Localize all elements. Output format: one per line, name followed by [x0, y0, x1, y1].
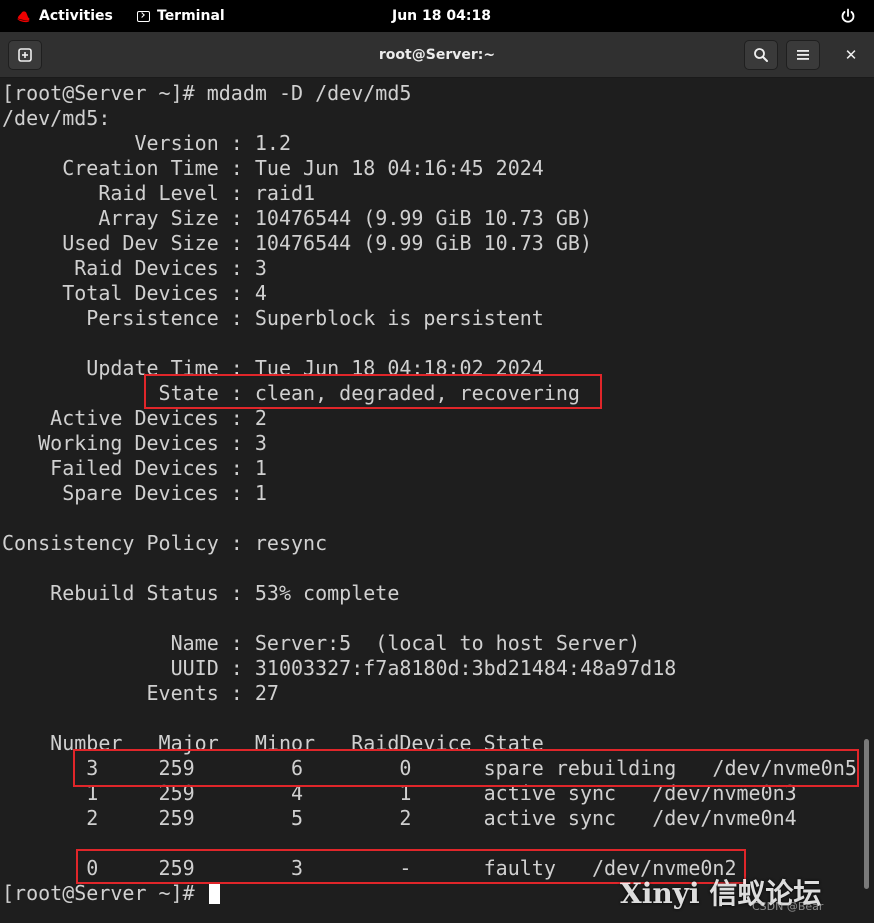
activities-button[interactable]: Activities — [16, 0, 113, 32]
app-menu-terminal[interactable]: Terminal — [137, 0, 225, 32]
window-title: root@Server:~ — [378, 47, 496, 63]
terminal-line: Used Dev Size : 10476544 (9.99 GiB 10.73… — [2, 231, 593, 255]
activities-label: Activities — [39, 8, 113, 24]
window-headerbar: root@Server:~ ✕ — [0, 32, 874, 78]
terminal-line: Creation Time : Tue Jun 18 04:16:45 2024 — [2, 156, 544, 180]
clock-label: Jun 18 04:18 — [392, 8, 491, 24]
terminal-line: Consistency Policy : resync — [2, 531, 328, 555]
terminal-line: Rebuild Status : 53% complete — [2, 581, 400, 605]
terminal-line: Total Devices : 4 — [2, 281, 267, 305]
new-tab-icon — [18, 48, 32, 62]
terminal-line: /dev/md5: — [2, 106, 111, 130]
terminal-icon — [137, 10, 150, 22]
shell-prompt: [root@Server ~]# — [2, 881, 207, 905]
terminal-line: Events : 27 — [2, 681, 279, 705]
terminal-line: 2 259 5 2 active sync /dev/nvme0n4 — [2, 806, 797, 830]
scrollbar[interactable] — [864, 739, 869, 889]
new-tab-button[interactable] — [8, 40, 42, 70]
terminal-line: Spare Devices : 1 — [2, 481, 267, 505]
search-button[interactable] — [744, 40, 778, 70]
terminal-line: Persistence : Superblock is persistent — [2, 306, 544, 330]
redhat-icon — [16, 10, 30, 22]
terminal-line: Active Devices : 2 — [2, 406, 267, 430]
menu-button[interactable] — [786, 40, 820, 70]
system-menu[interactable] — [840, 0, 856, 32]
terminal-line: Version : 1.2 — [2, 131, 291, 155]
power-icon — [841, 8, 855, 23]
text-cursor — [208, 882, 220, 904]
terminal-view[interactable]: [root@Server ~]# mdadm -D /dev/md5 /dev/… — [0, 79, 874, 923]
app-menu-label: Terminal — [157, 8, 225, 24]
terminal-line: Number Major Minor RaidDevice State — [2, 731, 544, 755]
clock[interactable]: Jun 18 04:18 — [392, 0, 491, 32]
terminal-line: 3 259 6 0 spare rebuilding /dev/nvme0n5 — [2, 756, 857, 780]
close-button[interactable]: ✕ — [834, 40, 868, 70]
terminal-line: Update Time : Tue Jun 18 04:18:02 2024 — [2, 356, 544, 380]
terminal-line: 1 259 4 1 active sync /dev/nvme0n3 — [2, 781, 797, 805]
gnome-top-bar: Activities Terminal Jun 18 04:18 — [0, 0, 874, 32]
terminal-line: Working Devices : 3 — [2, 431, 267, 455]
terminal-line: Raid Level : raid1 — [2, 181, 316, 205]
terminal-line: Failed Devices : 1 — [2, 456, 267, 480]
close-icon: ✕ — [844, 46, 858, 64]
terminal-output: [root@Server ~]# mdadm -D /dev/md5 /dev/… — [2, 81, 857, 906]
terminal-line: [root@Server ~]# mdadm -D /dev/md5 — [2, 81, 412, 105]
terminal-line: UUID : 31003327:f7a8180d:3bd21484:48a97d… — [2, 656, 677, 680]
terminal-line: State : clean, degraded, recovering — [2, 381, 580, 405]
hamburger-icon — [797, 50, 809, 60]
terminal-line: Name : Server:5 (local to host Server) — [2, 631, 641, 655]
terminal-line: Array Size : 10476544 (9.99 GiB 10.73 GB… — [2, 206, 593, 230]
watermark-caption: CSDN @Bear — [752, 900, 824, 913]
search-icon — [754, 48, 768, 62]
terminal-line: Raid Devices : 3 — [2, 256, 267, 280]
